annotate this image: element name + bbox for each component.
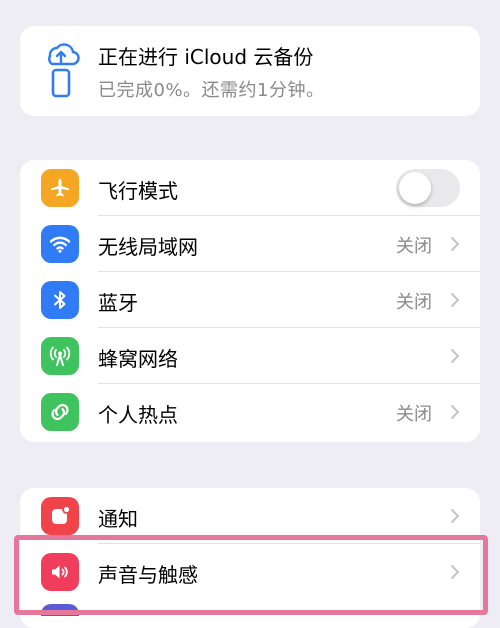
settings-row-bluetooth[interactable]: 蓝牙 关闭 — [20, 272, 480, 328]
cellular-label: 蜂窝网络 — [98, 347, 178, 371]
airplane-icon — [41, 169, 79, 207]
bluetooth-status: 关闭 — [396, 292, 432, 313]
hotspot-status: 关闭 — [396, 404, 432, 425]
airplane-mode-toggle[interactable] — [396, 169, 460, 207]
wifi-icon — [41, 225, 79, 263]
backup-progress-text: 已完成0%。还需约1分钟。 — [98, 80, 325, 101]
cellular-icon — [41, 337, 79, 375]
hotspot-icon — [41, 393, 79, 431]
notification-icon — [41, 497, 79, 535]
chevron-right-icon — [451, 349, 459, 363]
chevron-right-icon — [451, 293, 459, 307]
highlight-frame — [14, 535, 488, 615]
backup-title: 正在进行 iCloud 云备份 — [98, 45, 314, 69]
toggle-knob — [399, 172, 431, 204]
wifi-label: 无线局域网 — [98, 235, 198, 259]
network-settings-group: 飞行模式 无线局域网 关闭 蓝牙 关闭 蜂窝网络 个人热点 关闭 — [20, 160, 480, 442]
airplane-mode-label: 飞行模式 — [98, 179, 178, 203]
hotspot-label: 个人热点 — [98, 403, 178, 427]
settings-row-wifi[interactable]: 无线局域网 关闭 — [20, 216, 480, 272]
settings-row-airplane-mode[interactable]: 飞行模式 — [20, 160, 480, 216]
bluetooth-label: 蓝牙 — [98, 291, 138, 315]
notifications-label: 通知 — [98, 507, 138, 531]
settings-row-cellular[interactable]: 蜂窝网络 — [20, 328, 480, 384]
wifi-status: 关闭 — [396, 236, 432, 257]
icloud-backup-icon — [48, 43, 80, 98]
chevron-right-icon — [451, 405, 459, 419]
chevron-right-icon — [451, 237, 459, 251]
icloud-backup-card[interactable] — [20, 26, 480, 116]
bluetooth-icon — [41, 281, 79, 319]
chevron-right-icon — [451, 509, 459, 523]
settings-row-hotspot[interactable]: 个人热点 关闭 — [20, 384, 480, 440]
